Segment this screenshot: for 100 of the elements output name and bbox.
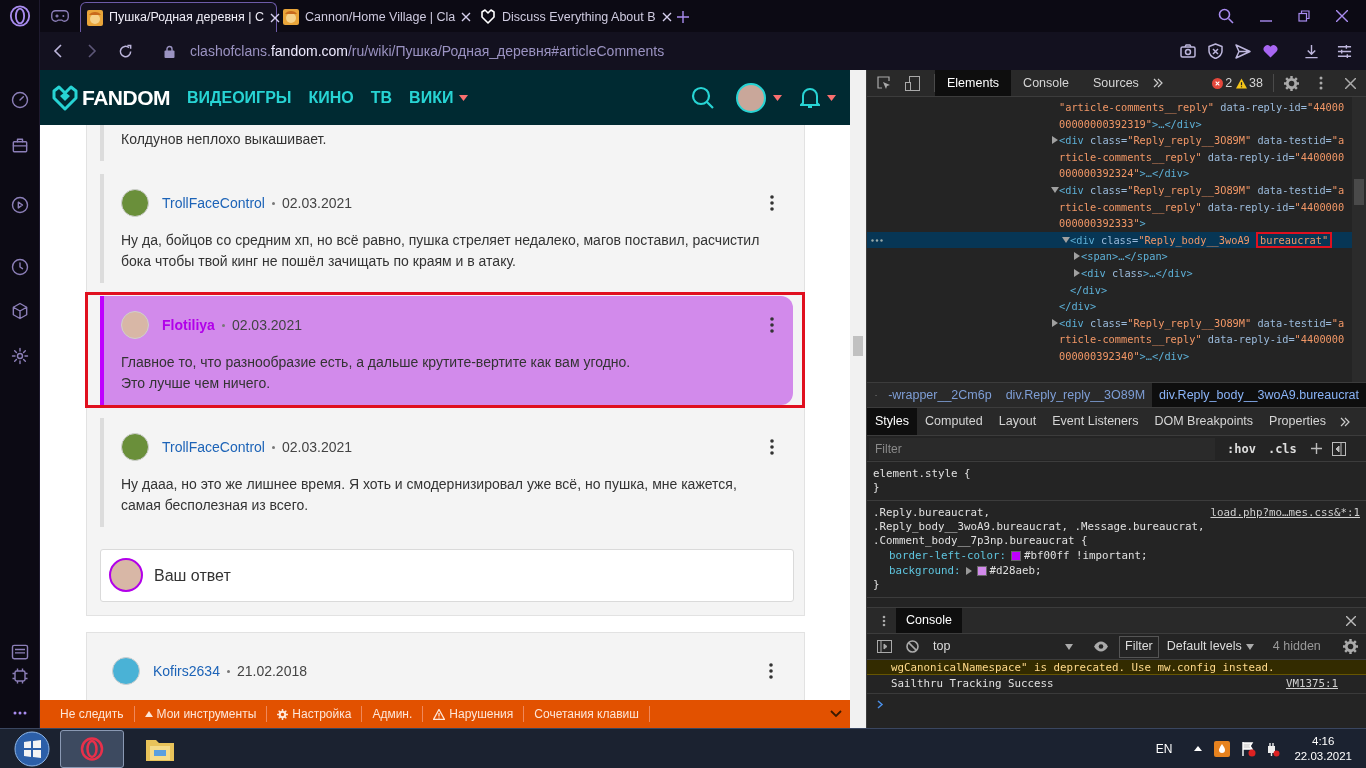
close-icon[interactable] (661, 12, 672, 22)
dom-node-code[interactable]: <span>…</span> (1081, 248, 1350, 265)
toggle-button[interactable]: :hov (1227, 439, 1256, 458)
collapsed-arrow-icon[interactable] (1073, 268, 1081, 277)
styles-tab[interactable]: Styles (867, 408, 918, 435)
play-icon[interactable] (9, 195, 30, 215)
dom-node-code[interactable]: <div class>…</div> (1081, 264, 1350, 282)
styles-tab[interactable]: Properties (1261, 408, 1335, 435)
fandom-logo-text[interactable]: FANDOM (82, 81, 170, 114)
sidebar-toggle-icon[interactable] (877, 640, 892, 653)
nav-link[interactable]: КИНО (308, 85, 354, 110)
settings-icon[interactable] (9, 346, 30, 366)
search-icon[interactable] (691, 85, 715, 110)
send-icon[interactable] (1235, 43, 1251, 59)
plus-icon[interactable] (1310, 443, 1322, 454)
dom-node-code[interactable]: <div class="Reply_reply__3O89M" data-testid="article-comments__reply" data-reply-id="4400000000000392333"> (1059, 181, 1350, 232)
dom-node-code[interactable]: </div> (1059, 300, 1097, 313)
caret-up-icon[interactable] (1194, 746, 1203, 751)
css-property[interactable]: background: (889, 564, 961, 578)
language-indicator[interactable]: EN (1155, 739, 1173, 758)
dom-node-code[interactable]: <div class="Reply_body__3woA9 (1070, 233, 1256, 246)
more-vertical-icon[interactable] (882, 614, 886, 627)
levels-dropdown[interactable]: Default levels (1166, 637, 1254, 656)
flame-icon[interactable] (1214, 740, 1231, 757)
styles-tab[interactable]: DOM Breakpoints (1146, 408, 1262, 435)
camera-icon[interactable] (1180, 43, 1196, 59)
prompt-icon[interactable] (877, 700, 884, 709)
dom-node-code[interactable]: </div> (1070, 283, 1108, 296)
more-icon[interactable] (871, 238, 883, 242)
reload-icon[interactable] (118, 43, 133, 59)
css-value[interactable]: #d28aeb; (989, 564, 1042, 578)
dom-node-code[interactable]: <div class="Reply_reply__3O89M" data-testid="article-comments__reply" data-reply-id="4400000000000392340">…</div> (1059, 314, 1350, 365)
styles-tab[interactable]: Event Listeners (1044, 408, 1147, 435)
scrollbar[interactable] (1352, 97, 1366, 382)
close-icon[interactable] (1346, 615, 1356, 626)
browser-tab[interactable]: Пушка/Родная деревня | C (80, 2, 277, 32)
more-vertical-icon[interactable] (770, 317, 774, 333)
color-swatch[interactable] (976, 566, 987, 576)
collapsed-arrow-icon[interactable] (1073, 252, 1081, 261)
settings-icon[interactable] (1343, 639, 1358, 654)
filter-field[interactable]: Filter (869, 437, 1215, 460)
expanded-arrow-icon[interactable] (1051, 185, 1059, 194)
device-icon[interactable] (905, 75, 920, 91)
more-icon[interactable] (11, 710, 28, 716)
source-link[interactable]: VM1375:1 (1286, 675, 1338, 693)
dom-node-code[interactable]: "article-comments__reply" data-reply-id="4400000000000392319">…</div> (1059, 99, 1350, 133)
toggle-button[interactable]: .cls (1267, 439, 1297, 458)
expanded-arrow-icon[interactable] (1062, 235, 1070, 244)
close-icon[interactable] (269, 12, 280, 23)
nav-link[interactable]: ВИКИ (409, 85, 469, 110)
inspect-icon[interactable] (877, 76, 891, 90)
speedometer-icon[interactable] (9, 90, 30, 110)
warning-count[interactable]: 38 (1249, 73, 1263, 93)
collapsed-arrow-icon[interactable] (1051, 318, 1059, 327)
more-tabs-icon[interactable] (1340, 416, 1351, 427)
gamepad-icon[interactable] (51, 9, 69, 23)
dom-node-code[interactable]: <div class="Reply_reply__3O89M" data-testid="article-comments__reply" data-reply-id="4400000000000392324">…</div> (1059, 132, 1350, 182)
flag-icon[interactable] (1240, 740, 1257, 757)
breadcrumb[interactable]: -wrapper__2Cm6p (881, 383, 999, 407)
devtools-tab[interactable]: Elements (935, 70, 1012, 96)
css-value[interactable]: #bf00ff !important; (1024, 549, 1148, 563)
reply-field[interactable]: Ваш ответ (100, 549, 794, 602)
more-vertical-icon[interactable] (770, 195, 774, 211)
devtools-tab[interactable]: Sources (1081, 70, 1151, 96)
more-vertical-icon[interactable] (770, 439, 774, 455)
restore-icon[interactable] (1298, 10, 1310, 22)
panel-icon[interactable] (9, 642, 30, 662)
drawer-tab[interactable]: Console (896, 608, 962, 633)
bell-icon[interactable] (800, 86, 820, 109)
more-vertical-icon[interactable] (1319, 76, 1323, 90)
username-link[interactable]: TrollFaceControl (162, 436, 265, 458)
caret-icon[interactable] (773, 94, 782, 101)
styles-tab[interactable]: Layout (990, 408, 1045, 435)
expand-arrow-icon[interactable] (965, 567, 972, 575)
devtools-tab[interactable]: Console (1011, 70, 1081, 96)
scrollbar[interactable] (850, 70, 866, 728)
more-vertical-icon[interactable] (769, 663, 773, 679)
search-icon[interactable] (1218, 8, 1234, 24)
fandom-heart-logo-icon[interactable] (52, 84, 78, 111)
styles-tab[interactable]: Computed (917, 408, 991, 435)
taskbar-button[interactable] (60, 729, 124, 768)
context-select[interactable]: top (933, 637, 1073, 656)
forward-icon[interactable] (86, 44, 98, 58)
sidebar-toggle-icon[interactable] (1331, 441, 1346, 456)
css-property[interactable]: border-left-color: (889, 549, 1006, 563)
filter-field[interactable]: Filter (1119, 635, 1159, 658)
eye-icon[interactable] (1093, 641, 1109, 652)
close-icon[interactable] (461, 12, 472, 22)
clear-console-icon[interactable] (906, 640, 919, 653)
sliders-icon[interactable] (1337, 43, 1352, 59)
chevron-down-icon[interactable] (830, 710, 842, 718)
breadcrumb[interactable]: div.Reply_reply__3O89M (998, 383, 1153, 407)
clock-date[interactable]: 22.03.2021 (1294, 748, 1352, 764)
more-tabs-icon[interactable] (1152, 78, 1163, 88)
breadcrumb[interactable]: div.Reply_body__3woA9.bureaucrat (1152, 383, 1366, 407)
heart-icon[interactable] (1263, 44, 1278, 58)
download-icon[interactable] (1304, 43, 1319, 59)
source-link[interactable]: load.php?mo…mes.css&*:1 (1210, 506, 1360, 520)
nav-link[interactable]: ТВ (370, 85, 393, 110)
color-swatch[interactable] (1011, 551, 1021, 561)
